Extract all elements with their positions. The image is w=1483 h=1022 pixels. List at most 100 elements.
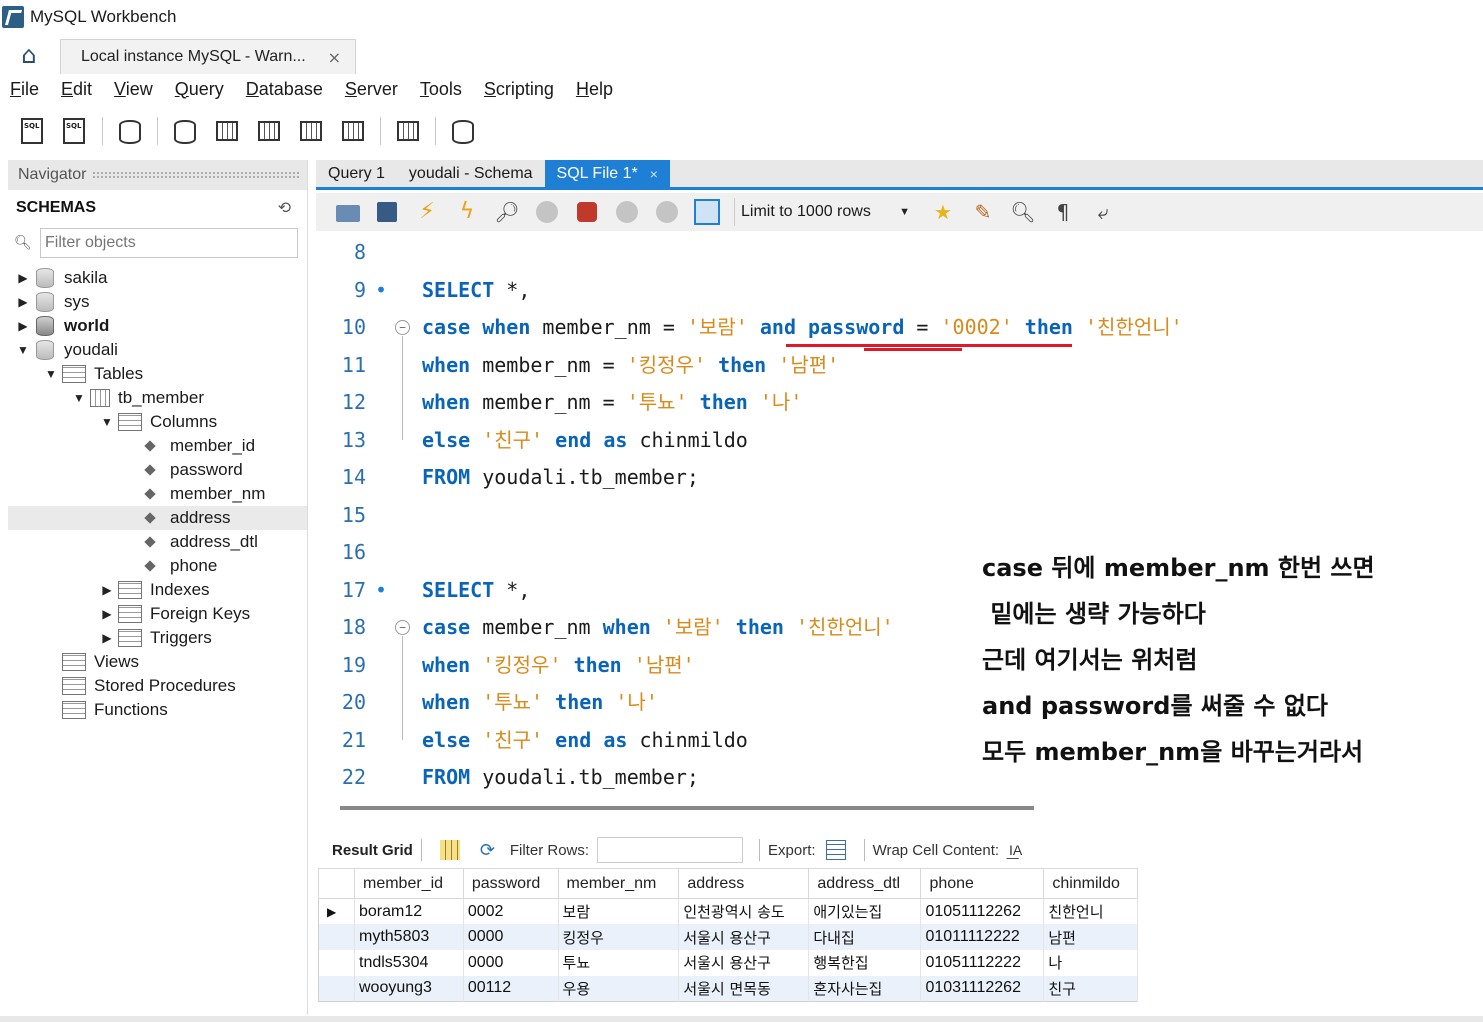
tree-item-sys[interactable]: ▶ sys xyxy=(8,290,307,314)
table-cell[interactable]: 보람 xyxy=(558,898,680,925)
expanded-arrow-icon[interactable]: ▼ xyxy=(72,391,86,405)
column-header-address[interactable]: address xyxy=(678,868,810,899)
table-cell[interactable]: 인천광역시 송도 xyxy=(678,898,810,925)
create-table-icon[interactable] xyxy=(212,116,242,146)
table-cell[interactable]: 01011112222 xyxy=(920,924,1045,950)
menu-server[interactable]: Server xyxy=(345,79,398,100)
menu-tools[interactable]: Tools xyxy=(420,79,462,100)
menu-help[interactable]: Help xyxy=(576,79,613,100)
inspect-object-icon[interactable] xyxy=(115,116,145,146)
stop-icon[interactable] xyxy=(534,199,560,225)
fold-toggle-icon[interactable]: − xyxy=(395,620,410,635)
filter-rows-input[interactable] xyxy=(597,837,744,863)
table-row[interactable]: wooyung3 00112 우용 서울시 면목동 혼자사는집 01031112262 친구 xyxy=(318,975,1138,1002)
create-procedure-icon[interactable] xyxy=(296,116,326,146)
find-icon[interactable]: 🔍︎ xyxy=(1010,199,1036,225)
table-cell[interactable]: 혼자사는집 xyxy=(808,975,922,1002)
refresh-icon[interactable]: ⟳ xyxy=(480,840,500,860)
auto-commit-toggle-icon[interactable] xyxy=(694,199,720,225)
expanded-arrow-icon[interactable]: ▼ xyxy=(100,415,114,429)
table-cell[interactable]: wooyung3 xyxy=(354,975,464,1002)
table-cell[interactable]: 01051112222 xyxy=(920,950,1045,976)
fold-toggle-icon[interactable]: − xyxy=(395,320,410,335)
expanded-arrow-icon[interactable]: ▼ xyxy=(16,343,30,357)
column-header-member-id[interactable]: member_id xyxy=(354,868,464,899)
tree-item-indexes[interactable]: ▶ Indexes xyxy=(8,578,307,602)
table-cell[interactable]: 다내집 xyxy=(808,924,922,950)
table-cell[interactable]: 킹정우 xyxy=(558,924,680,950)
toggle-stop-on-error-icon[interactable] xyxy=(574,199,600,225)
collapsed-arrow-icon[interactable]: ▶ xyxy=(100,607,114,621)
tree-item-columns[interactable]: ▼ Columns xyxy=(8,410,307,434)
table-cell[interactable]: 친구 xyxy=(1043,975,1138,1002)
table-cell[interactable]: 나 xyxy=(1043,950,1138,976)
menu-database[interactable]: Database xyxy=(246,79,323,100)
tab-sql-file-1-[interactable]: SQL File 1* × xyxy=(544,160,670,187)
table-cell[interactable]: 남편 xyxy=(1043,924,1138,950)
expanded-arrow-icon[interactable]: ▼ xyxy=(44,367,58,381)
tab-query-1[interactable]: Query 1 xyxy=(316,160,397,187)
row-header[interactable] xyxy=(318,924,355,950)
new-sql-tab-icon[interactable] xyxy=(18,116,48,146)
table-cell[interactable]: myth5803 xyxy=(354,924,464,950)
menu-query[interactable]: Query xyxy=(175,79,224,100)
collapsed-arrow-icon[interactable]: ▶ xyxy=(100,631,114,645)
table-cell[interactable]: 01051112262 xyxy=(920,898,1045,925)
open-file-icon[interactable] xyxy=(334,199,360,225)
reconnect-icon[interactable] xyxy=(448,116,478,146)
menu-file[interactable]: File xyxy=(10,79,39,100)
table-cell[interactable]: 00112 xyxy=(463,975,559,1002)
tab-youdali-schema[interactable]: youdali - Schema xyxy=(397,160,545,187)
open-sql-script-icon[interactable] xyxy=(60,116,90,146)
row-header[interactable] xyxy=(318,975,355,1002)
table-cell[interactable]: 서울시 용산구 xyxy=(678,950,810,976)
tree-item-foreign-keys[interactable]: ▶ Foreign Keys xyxy=(8,602,307,626)
column-header-password[interactable]: password xyxy=(462,868,559,899)
filter-objects-input[interactable] xyxy=(40,228,298,258)
execute-icon[interactable]: ⚡ xyxy=(414,199,440,225)
result-grid-label[interactable]: Result Grid xyxy=(332,842,413,859)
tree-item-password[interactable]: password xyxy=(8,458,307,482)
tree-item-functions[interactable]: Functions xyxy=(8,698,307,722)
tree-item-youdali[interactable]: ▼ youdali xyxy=(8,338,307,362)
tree-item-sakila[interactable]: ▶ sakila xyxy=(8,266,307,290)
tree-item-member-id[interactable]: member_id xyxy=(8,434,307,458)
current-row-arrow-icon[interactable]: ▶ xyxy=(318,898,355,925)
menu-edit[interactable]: Edit xyxy=(61,79,92,100)
table-cell[interactable]: 0000 xyxy=(463,950,559,976)
grid-layout-icon[interactable] xyxy=(439,840,460,860)
wrap-cell-icon[interactable]: I͟A xyxy=(1009,840,1029,860)
beautify-icon[interactable]: ✎ xyxy=(970,199,996,225)
save-icon[interactable] xyxy=(374,199,400,225)
collapsed-arrow-icon[interactable]: ▶ xyxy=(16,271,30,285)
table-cell[interactable]: boram12 xyxy=(354,898,464,925)
collapsed-arrow-icon[interactable]: ▶ xyxy=(100,583,114,597)
table-row[interactable]: tndls5304 0000 투뇨 서울시 용산구 행복한집 01051112222 나 xyxy=(318,950,1138,976)
column-header-chinmildo[interactable]: chinmildo xyxy=(1043,868,1138,899)
tree-item-tb-member[interactable]: ▼ tb_member xyxy=(8,386,307,410)
word-wrap-icon[interactable]: ⤶ xyxy=(1090,199,1116,225)
menu-scripting[interactable]: Scripting xyxy=(484,79,554,100)
table-cell[interactable]: 서울시 면목동 xyxy=(678,975,810,1002)
tree-item-tables[interactable]: ▼ Tables xyxy=(8,362,307,386)
create-function-icon[interactable] xyxy=(338,116,368,146)
commit-icon[interactable] xyxy=(614,199,640,225)
table-cell[interactable]: 서울시 용산구 xyxy=(678,924,810,950)
row-header[interactable] xyxy=(318,950,355,976)
refresh-icon[interactable]: ⟲ xyxy=(278,198,291,217)
table-cell[interactable]: tndls5304 xyxy=(354,950,464,976)
execute-statement-icon[interactable]: ϟ xyxy=(454,199,480,225)
table-cell[interactable]: 투뇨 xyxy=(558,950,680,976)
table-cell[interactable]: 01031112262 xyxy=(920,975,1045,1002)
tree-item-triggers[interactable]: ▶ Triggers xyxy=(8,626,307,650)
close-icon[interactable]: × xyxy=(650,166,658,182)
table-cell[interactable]: 우용 xyxy=(558,975,680,1002)
table-cell[interactable]: 친한언니 xyxy=(1043,898,1138,925)
editor-horizontal-scrollbar[interactable] xyxy=(340,806,1034,810)
column-header-member-nm[interactable]: member_nm xyxy=(557,868,680,899)
panel-grip[interactable] xyxy=(92,171,301,179)
add-snippet-star-icon[interactable]: ★ xyxy=(930,199,956,225)
invisible-chars-icon[interactable]: ¶ xyxy=(1050,199,1076,225)
tree-item-address[interactable]: address xyxy=(8,506,307,530)
close-icon[interactable]: × xyxy=(328,48,341,67)
